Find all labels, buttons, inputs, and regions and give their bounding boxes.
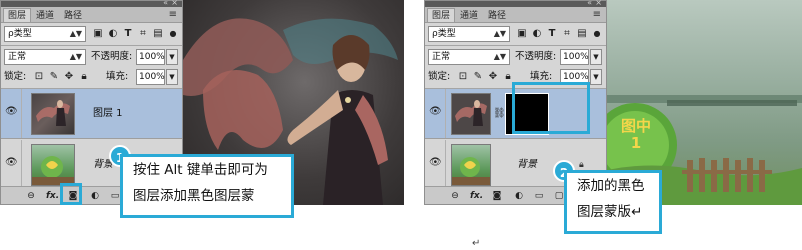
fill-input[interactable]: 100%	[136, 69, 165, 85]
link-layers-icon[interactable]: ⊖	[449, 190, 461, 202]
mask-thumbnail-highlight	[512, 82, 590, 134]
lock-paint-icon[interactable]: ✎	[48, 71, 60, 83]
adjustment-filter-icon[interactable]: ◐	[107, 28, 119, 40]
filter-kind-select[interactable]: ρ类型 ▲▼	[428, 26, 510, 42]
tab-layers[interactable]: 图层	[3, 8, 32, 22]
close-icon[interactable]: ×	[595, 0, 602, 7]
panel-tabs: 图层 通道 路径 ≡	[1, 7, 182, 23]
paragraph-mark: ↵	[472, 238, 481, 249]
fill-dropdown-icon[interactable]: ▼	[590, 69, 602, 85]
tab-channels[interactable]: 通道	[455, 8, 483, 22]
mask-button-highlight	[60, 183, 82, 205]
filter-toggle-icon[interactable]: ●	[591, 28, 603, 40]
lock-all-icon[interactable]: 🔒︎	[78, 71, 90, 83]
callout-2-line2: 图层蒙版↵	[577, 204, 643, 220]
fx-icon[interactable]: fx.	[46, 190, 59, 202]
callout-1-line2: 图层添加黑色图层蒙	[133, 188, 255, 204]
adjustment-layer-icon[interactable]: ◐	[513, 190, 525, 202]
tab-channels[interactable]: 通道	[31, 8, 59, 22]
scene-sign-text: 图中 1	[620, 117, 651, 152]
add-mask-icon[interactable]: ◙	[491, 190, 503, 202]
lock-label: 锁定:	[4, 71, 27, 82]
smart-object-filter-icon[interactable]: ▤	[152, 28, 164, 40]
tab-paths[interactable]: 路径	[483, 8, 511, 22]
dropdown-arrow-icon: ▲▼	[493, 29, 506, 38]
scene-thumbnail-graphic	[32, 156, 74, 185]
layer-name[interactable]: 图层 1	[93, 108, 123, 120]
fx-icon[interactable]: fx.	[470, 190, 483, 202]
layer-thumbnail	[31, 93, 75, 135]
blend-mode-value: 正常	[8, 52, 27, 62]
image-filter-icon[interactable]: ▣	[92, 28, 104, 40]
shape-filter-icon[interactable]: ⌗	[561, 28, 573, 40]
fill-label: 填充:	[106, 71, 129, 82]
dropdown-arrow-icon: ▲▼	[69, 29, 82, 38]
filter-kind-value: ρ类型	[432, 29, 456, 39]
opacity-dropdown-icon[interactable]: ▼	[166, 49, 178, 65]
layer-thumbnail	[451, 144, 491, 186]
adjustment-filter-icon[interactable]: ◐	[531, 28, 543, 40]
blend-mode-select[interactable]: 正常 ▲▼	[428, 49, 510, 65]
dropdown-arrow-icon: ▲▼	[69, 52, 82, 61]
lock-row: 锁定: ⊡ ✎ ✥ 🔒︎ 填充: 100% ▼	[1, 67, 182, 87]
layer-row-layer1[interactable]: 👁︎ 图层 1	[1, 89, 182, 139]
collapse-icon[interactable]: «	[163, 0, 168, 7]
scene-thumbnail-graphic	[452, 157, 490, 185]
lock-transparent-icon[interactable]: ⊡	[33, 71, 45, 83]
blend-row: 正常 ▲▼ 不透明度: 100% ▼	[425, 47, 606, 67]
type-filter-icon[interactable]: T	[546, 28, 558, 40]
lock-transparent-icon[interactable]: ⊡	[457, 71, 469, 83]
type-filter-icon[interactable]: T	[122, 28, 134, 40]
panel-menu-icon[interactable]: ≡	[593, 9, 601, 20]
image-filter-icon[interactable]: ▣	[516, 28, 528, 40]
eye-icon[interactable]: 👁︎	[429, 107, 442, 117]
layer-name[interactable]: 背景	[517, 159, 537, 171]
shape-filter-icon[interactable]: ⌗	[137, 28, 149, 40]
callout-2: 添加的黑色 图层蒙版↵	[564, 170, 662, 234]
divider	[425, 45, 606, 46]
collapse-icon[interactable]: «	[587, 0, 592, 7]
link-layers-icon[interactable]: ⊖	[25, 190, 37, 202]
divider	[1, 45, 182, 46]
panel-menu-icon[interactable]: ≡	[169, 9, 177, 20]
eye-icon[interactable]: 👁︎	[5, 107, 18, 117]
fill-dropdown-icon[interactable]: ▼	[166, 69, 178, 85]
adjustment-layer-icon[interactable]: ◐	[89, 190, 101, 202]
lock-position-icon[interactable]: ✥	[63, 71, 75, 83]
lock-label: 锁定:	[428, 71, 451, 82]
filter-row: ρ类型 ▲▼ ▣ ◐ T ⌗ ▤ ●	[1, 24, 182, 44]
lock-position-icon[interactable]: ✥	[487, 71, 499, 83]
tab-paths[interactable]: 路径	[59, 8, 87, 22]
tab-layers[interactable]: 图层	[427, 8, 456, 22]
model-thumbnail-graphic	[452, 94, 490, 134]
opacity-dropdown-icon[interactable]: ▼	[590, 49, 602, 65]
filter-toggle-icon[interactable]: ●	[167, 28, 179, 40]
callout-1: 按住 Alt 键单击即可为 图层添加黑色图层蒙	[120, 154, 294, 218]
close-icon[interactable]: ×	[171, 0, 178, 7]
lock-paint-icon[interactable]: ✎	[472, 71, 484, 83]
opacity-input[interactable]: 100%	[136, 49, 165, 65]
blend-mode-value: 正常	[432, 52, 451, 62]
new-group-icon[interactable]: ▭	[533, 190, 545, 202]
eye-icon[interactable]: 👁︎	[429, 158, 442, 168]
opacity-label: 不透明度:	[515, 51, 557, 62]
filter-kind-select[interactable]: ρ类型 ▲▼	[4, 26, 86, 42]
panel-tabs: 图层 通道 路径 ≡	[425, 7, 606, 23]
filter-kind-value: ρ类型	[8, 29, 32, 39]
filter-row: ρ类型 ▲▼ ▣ ◐ T ⌗ ▤ ●	[425, 24, 606, 44]
callout-2-line1: 添加的黑色	[577, 178, 645, 194]
dropdown-arrow-icon: ▲▼	[493, 52, 506, 61]
callout-1-line1: 按住 Alt 键单击即可为	[133, 162, 268, 178]
eye-icon[interactable]: 👁︎	[5, 158, 18, 168]
chain-link-icon[interactable]: ⛓	[493, 108, 506, 120]
layer-thumbnail	[451, 93, 491, 135]
smart-object-filter-icon[interactable]: ▤	[576, 28, 588, 40]
layer-thumbnail	[31, 144, 75, 186]
opacity-input[interactable]: 100%	[560, 49, 589, 65]
blend-row: 正常 ▲▼ 不透明度: 100% ▼	[1, 47, 182, 67]
blend-mode-select[interactable]: 正常 ▲▼	[4, 49, 86, 65]
model-thumbnail-graphic	[36, 100, 70, 126]
opacity-label: 不透明度:	[91, 51, 133, 62]
